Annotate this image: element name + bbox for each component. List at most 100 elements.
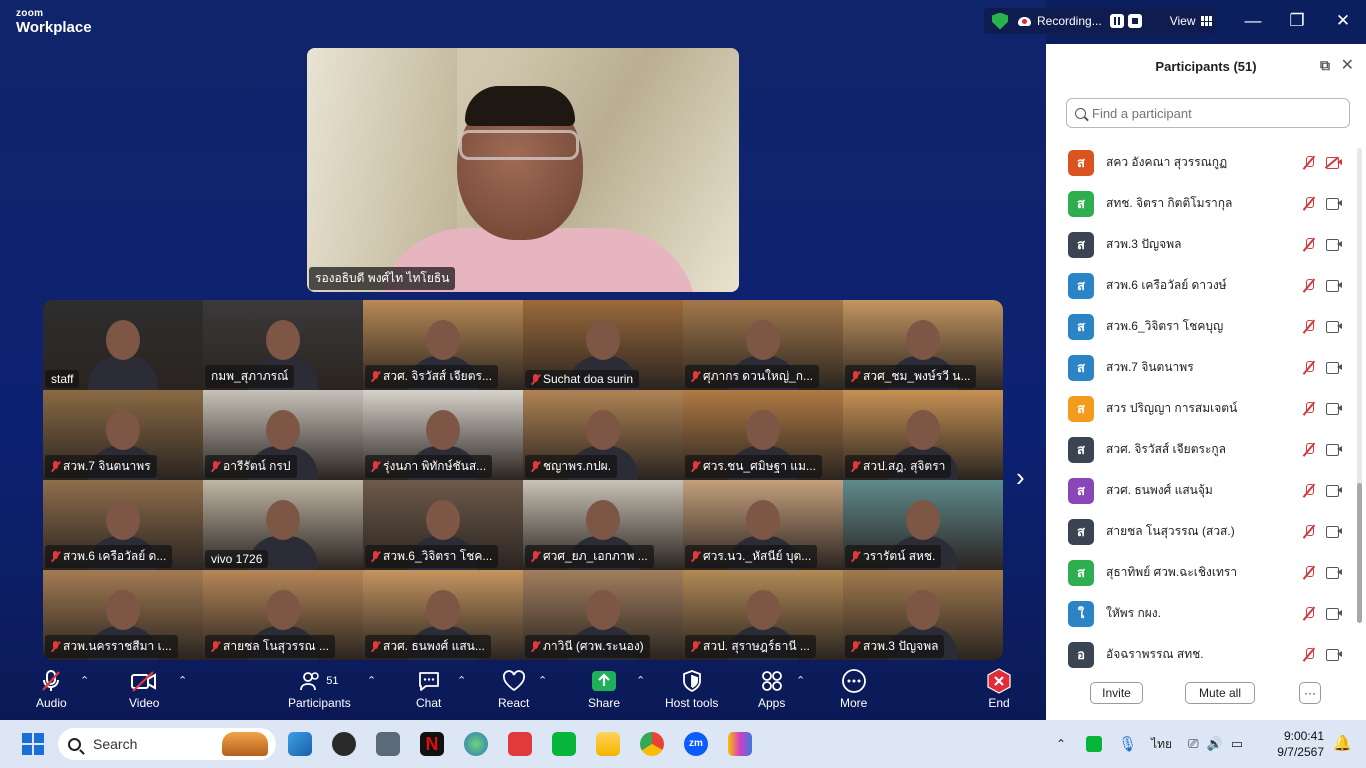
video-tile[interactable]: สายชล โนสุวรรณ ...: [203, 570, 363, 660]
mute-all-button[interactable]: Mute all: [1185, 682, 1255, 704]
speedometer-app-icon[interactable]: [332, 732, 356, 756]
panel-scrollbar[interactable]: [1357, 148, 1362, 623]
windows-start-icon[interactable]: [22, 733, 44, 755]
video-tile[interactable]: สวพ.6 เครือวัลย์ ด...: [43, 480, 203, 570]
participant-row[interactable]: ส สวพ.7 จินตนาพร: [1046, 347, 1354, 388]
video-tile[interactable]: ศุภากร ดวนใหญ่_ก...: [683, 300, 843, 390]
panel-more-button[interactable]: ···: [1299, 682, 1321, 704]
display-icon[interactable]: ⎚: [1188, 736, 1198, 752]
participant-row[interactable]: ส สวพ.3 ปัญจพล: [1046, 224, 1354, 265]
participant-row[interactable]: ส สุธาทิพย์ ศวพ.ฉะเชิงเทรา: [1046, 552, 1354, 593]
video-tile[interactable]: Suchat doa surin: [523, 300, 683, 390]
video-tile[interactable]: staff: [43, 300, 203, 390]
camera-icon[interactable]: [1326, 608, 1342, 620]
encryption-shield-icon[interactable]: [992, 12, 1008, 30]
participant-row[interactable]: ส สวพ.6 เครือวัลย์ ดาวงษ์: [1046, 265, 1354, 306]
muted-mic-icon[interactable]: [1302, 483, 1316, 498]
video-tile[interactable]: สวศ. ธนพงศ์ แสน...: [363, 570, 523, 660]
video-options-caret-icon[interactable]: ⌃: [178, 674, 187, 687]
end-button[interactable]: End: [986, 668, 1012, 710]
video-tile[interactable]: อารีรัตน์ กรป: [203, 390, 363, 480]
grid-view-icon[interactable]: [1200, 16, 1212, 26]
chrome-icon[interactable]: [640, 732, 664, 756]
camera-icon[interactable]: [1326, 362, 1342, 374]
audio-options-caret-icon[interactable]: ⌃: [80, 674, 89, 687]
participant-row[interactable]: ส สวศ. จิรวัสส์ เจียตระกูล: [1046, 429, 1354, 470]
video-tile[interactable]: vivo 1726: [203, 480, 363, 570]
input-language[interactable]: ไทย: [1151, 735, 1172, 754]
video-button[interactable]: Video: [129, 668, 159, 710]
host-tools-button[interactable]: Host tools: [665, 668, 718, 710]
participant-row[interactable]: ส สายชล โนสุวรรณ (สวส.): [1046, 511, 1354, 552]
tray-expand-icon[interactable]: ⌃: [1056, 737, 1066, 751]
camera-icon[interactable]: [1326, 526, 1342, 538]
camera-icon[interactable]: [1326, 649, 1342, 661]
active-speaker-video[interactable]: รองอธิบดี พงศ์ไท ไทโยธิน: [307, 48, 739, 292]
audio-button[interactable]: Audio: [36, 668, 67, 710]
globe-app-icon[interactable]: [464, 732, 488, 756]
file-explorer-icon[interactable]: [596, 732, 620, 756]
muted-mic-icon[interactable]: [1302, 524, 1316, 539]
muted-mic-icon[interactable]: [1302, 237, 1316, 252]
video-tile[interactable]: วรารัตน์ สหช.: [843, 480, 1003, 570]
participant-row[interactable]: ส สวพ.6_วิจิตรา โชคบุญ: [1046, 306, 1354, 347]
share-button[interactable]: Share: [588, 668, 620, 710]
pop-out-icon[interactable]: ⧉: [1320, 57, 1330, 74]
battery-icon[interactable]: ▭: [1231, 736, 1243, 752]
more-button[interactable]: More: [840, 668, 867, 710]
camera-off-icon[interactable]: [1324, 156, 1342, 169]
pause-recording-icon[interactable]: [1109, 14, 1124, 28]
video-tile[interactable]: สวพ.3 ปัญจพล: [843, 570, 1003, 660]
volume-icon[interactable]: 🔊: [1207, 736, 1223, 752]
video-tile[interactable]: ชญาพร.กปผ.: [523, 390, 683, 480]
stop-recording-icon[interactable]: [1127, 14, 1142, 28]
video-tile[interactable]: ศวร.นว._หัสนีย์ บุต...: [683, 480, 843, 570]
chat-button[interactable]: Chat: [416, 668, 441, 710]
muted-mic-icon[interactable]: [1302, 401, 1316, 416]
netflix-icon[interactable]: N: [420, 732, 444, 756]
camera-icon[interactable]: [1326, 567, 1342, 579]
participant-row[interactable]: ใ ใหัพร กผง.: [1046, 593, 1354, 634]
colorful-app-icon[interactable]: [728, 732, 752, 756]
camera-icon[interactable]: [1326, 321, 1342, 333]
participant-row[interactable]: ส สวร ปริญญา การสมเจตน์: [1046, 388, 1354, 429]
maximize-button[interactable]: ❐: [1282, 10, 1312, 32]
zoom-app-icon[interactable]: zm: [684, 732, 708, 756]
video-tile[interactable]: สวป.สฎ. สุจิตรา: [843, 390, 1003, 480]
close-panel-icon[interactable]: ✕: [1341, 55, 1354, 75]
muted-mic-icon[interactable]: [1302, 442, 1316, 457]
apps-button[interactable]: Apps: [758, 668, 785, 710]
line-tray-icon[interactable]: [1086, 736, 1103, 752]
react-options-caret-icon[interactable]: ⌃: [538, 674, 547, 687]
video-tile[interactable]: สวพ.นครราชสีมา เ...: [43, 570, 203, 660]
task-view-icon[interactable]: [288, 732, 312, 756]
line-app-icon[interactable]: [552, 732, 576, 756]
participant-search[interactable]: [1066, 98, 1350, 128]
video-tile[interactable]: สวพ.7 จินตนาพร: [43, 390, 203, 480]
participants-button[interactable]: 51 Participants: [288, 668, 351, 710]
camera-icon[interactable]: [1326, 239, 1342, 251]
participant-row[interactable]: อ อัจฉราพรรณ สทช.: [1046, 634, 1354, 675]
camera-icon[interactable]: [1326, 280, 1342, 292]
video-tile[interactable]: ศวศ_ยภ_เอกภาพ ...: [523, 480, 683, 570]
react-button[interactable]: React: [498, 668, 529, 710]
anydesk-icon[interactable]: [508, 732, 532, 756]
video-tile[interactable]: สวป. สุราษฎร์ธานี ...: [683, 570, 843, 660]
calculator-icon[interactable]: [376, 732, 400, 756]
muted-mic-icon[interactable]: [1302, 565, 1316, 580]
taskbar-clock[interactable]: 9:00:41 9/7/2567: [1272, 728, 1324, 760]
video-tile[interactable]: สวศ_ชม_พงษ์รวี น...: [843, 300, 1003, 390]
camera-icon[interactable]: [1326, 198, 1342, 210]
share-options-caret-icon[interactable]: ⌃: [636, 674, 645, 687]
muted-mic-icon[interactable]: [1302, 278, 1316, 293]
participant-search-input[interactable]: [1092, 105, 1322, 121]
close-window-button[interactable]: ✕: [1328, 10, 1358, 32]
participant-row[interactable]: ส สทช. จิตรา กิตติโมรากุล: [1046, 183, 1354, 224]
notification-bell-icon[interactable]: 🔔: [1333, 734, 1352, 752]
muted-mic-icon[interactable]: [1302, 155, 1316, 170]
video-tile[interactable]: รุ่งนภา พิทักษ์ชันส...: [363, 390, 523, 480]
camera-icon[interactable]: [1326, 485, 1342, 497]
microphone-tray-icon[interactable]: 🎙: [1118, 735, 1137, 753]
view-button[interactable]: View: [1170, 14, 1196, 28]
participants-options-caret-icon[interactable]: ⌃: [367, 674, 376, 687]
